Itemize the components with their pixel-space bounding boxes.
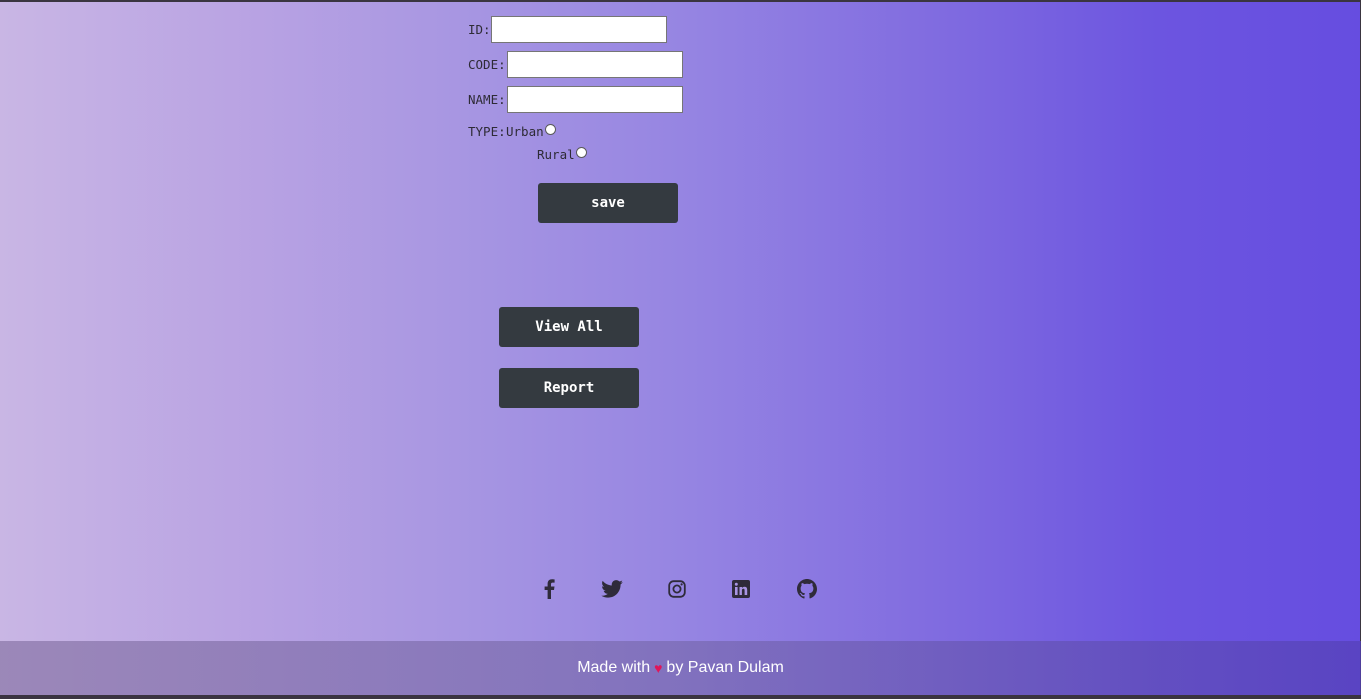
twitter-icon[interactable] bbox=[600, 577, 624, 601]
report-button[interactable]: Report bbox=[499, 368, 639, 408]
id-label: ID: bbox=[468, 22, 491, 37]
footer-made-with: Made with bbox=[577, 659, 651, 676]
footer-author: by Pavan Dulam bbox=[666, 659, 784, 676]
footer: Made with ♥ by Pavan Dulam bbox=[0, 641, 1361, 695]
name-label: NAME: bbox=[468, 92, 506, 107]
type-label: TYPE: bbox=[468, 124, 506, 139]
github-icon[interactable] bbox=[795, 577, 819, 601]
urban-label: Urban bbox=[506, 124, 544, 139]
facebook-icon[interactable] bbox=[537, 577, 561, 601]
name-field[interactable] bbox=[507, 86, 683, 113]
bottom-bar bbox=[0, 695, 1361, 699]
top-border bbox=[0, 0, 1361, 2]
save-button[interactable]: save bbox=[538, 183, 678, 223]
linkedin-icon[interactable] bbox=[729, 577, 753, 601]
code-field[interactable] bbox=[507, 51, 683, 78]
code-label: CODE: bbox=[468, 57, 506, 72]
view-all-button[interactable]: View All bbox=[499, 307, 639, 347]
instagram-icon[interactable] bbox=[665, 577, 689, 601]
rural-label: Rural bbox=[537, 147, 575, 162]
urban-radio[interactable] bbox=[545, 124, 556, 135]
id-field[interactable] bbox=[491, 16, 667, 43]
heart-icon: ♥ bbox=[654, 660, 663, 676]
rural-radio[interactable] bbox=[576, 147, 587, 158]
